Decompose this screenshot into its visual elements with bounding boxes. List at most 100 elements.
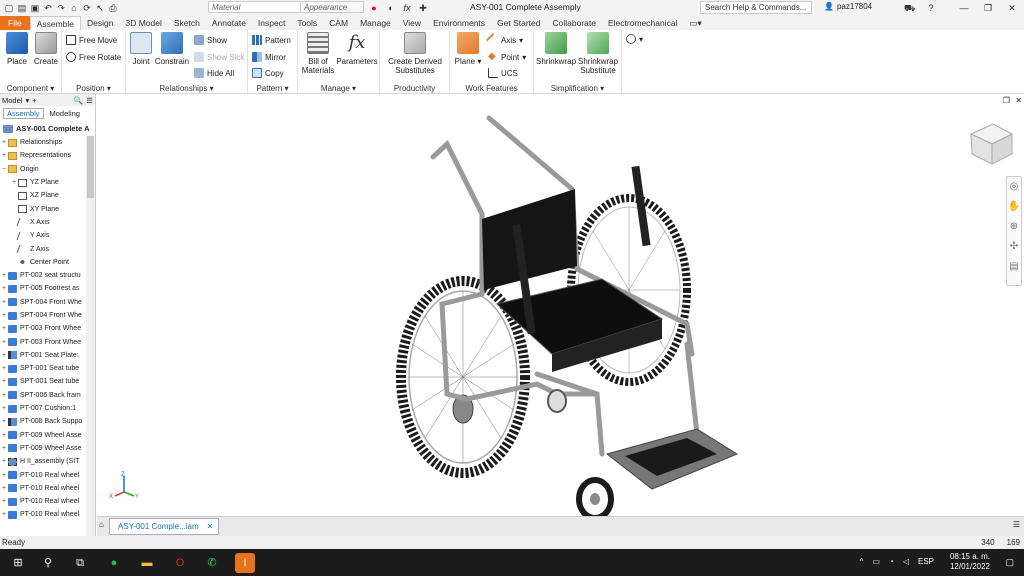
shrinkwrap-button[interactable]: Shrinkwrap bbox=[536, 32, 576, 66]
tree-expand-icon[interactable]: + bbox=[0, 152, 8, 159]
tree-item[interactable]: Center Point bbox=[0, 256, 86, 269]
tree-item[interactable]: + SPT-004 Front Whe bbox=[0, 296, 86, 309]
tree-expand-icon[interactable]: + bbox=[0, 458, 8, 465]
tab-cam[interactable]: CAM bbox=[323, 16, 354, 30]
tree-item[interactable]: XY Plane bbox=[0, 202, 86, 215]
tree-item[interactable]: Y Axis bbox=[0, 229, 86, 242]
document-tab[interactable]: ASY-001 Comple...iam ✕ bbox=[109, 518, 219, 535]
tree-item[interactable]: Z Axis bbox=[0, 242, 86, 255]
browser-dropdown-icon[interactable]: ▾ bbox=[25, 96, 29, 105]
taskbar-search-icon[interactable]: ⚲ bbox=[38, 553, 58, 573]
minimize-icon[interactable]: — bbox=[952, 0, 976, 16]
windows-start-icon[interactable]: ⊞ bbox=[8, 553, 28, 573]
tree-item[interactable]: + Representations bbox=[0, 149, 86, 162]
tree-expand-icon[interactable]: + bbox=[0, 312, 8, 319]
tree-expand-icon[interactable]: + bbox=[0, 325, 8, 332]
tab-electromechanical[interactable]: Electromechanical bbox=[602, 16, 683, 30]
tree-item[interactable]: + PT-007 Cushion:1 bbox=[0, 402, 86, 415]
tree-expand-icon[interactable]: + bbox=[0, 432, 8, 439]
tree-expand-icon[interactable]: + bbox=[0, 392, 8, 399]
tree-item[interactable]: XZ Plane bbox=[0, 189, 86, 202]
tree-item[interactable]: + PT-010 Real wheel bbox=[0, 468, 86, 481]
show-button[interactable]: Show bbox=[194, 35, 227, 45]
tree-item[interactable]: + PT-001 Seat Plate: bbox=[0, 349, 86, 362]
tree-expand-icon[interactable]: − bbox=[0, 166, 8, 173]
tree-expand-icon[interactable]: + bbox=[0, 339, 8, 346]
tree-expand-icon[interactable]: + bbox=[0, 485, 8, 492]
home-tab-icon[interactable]: ⌂ bbox=[99, 520, 104, 529]
pan-icon[interactable]: ✋ bbox=[1007, 197, 1021, 217]
joint-button[interactable]: Joint bbox=[130, 32, 152, 66]
tree-item[interactable]: + PT-003 Front Whee bbox=[0, 335, 86, 348]
spotify-icon[interactable]: ● bbox=[104, 553, 124, 573]
tree-item[interactable]: + SPT-001 Seat tube bbox=[0, 362, 86, 375]
undo-icon[interactable]: ↶ bbox=[43, 3, 53, 13]
tree-item[interactable]: + PT-008 Back Suppo bbox=[0, 415, 86, 428]
tree-item[interactable]: + PT-002 seat structu bbox=[0, 269, 86, 282]
tab-assemble[interactable]: Assemble bbox=[29, 16, 82, 30]
point-button[interactable]: ◆ Point ▾ bbox=[488, 52, 526, 62]
browser-add-icon[interactable]: + bbox=[32, 96, 36, 105]
plus-icon[interactable]: ✚ bbox=[418, 3, 428, 13]
ucs-button[interactable]: UCS bbox=[488, 68, 518, 78]
graphics-viewport[interactable]: Z X Y ❐ ✕ bbox=[97, 94, 1024, 521]
free-rotate-button[interactable]: Free Rotate bbox=[66, 52, 121, 62]
clear-icon[interactable]: ◐ bbox=[386, 3, 396, 13]
tree-item[interactable]: + PT-009 Wheel Asse bbox=[0, 429, 86, 442]
ribbon-extra-button[interactable]: ▾ bbox=[626, 34, 643, 44]
cart-icon[interactable]: ⛟ bbox=[904, 3, 915, 13]
axis-button[interactable]: Axis ▾ bbox=[485, 32, 523, 48]
tree-item[interactable]: + PT-010 Real wheel bbox=[0, 495, 86, 508]
tree-expand-icon[interactable]: + bbox=[10, 179, 18, 186]
copy-button[interactable]: Copy bbox=[252, 68, 284, 78]
tree-item[interactable]: + SPT-001 Seat tube bbox=[0, 375, 86, 388]
tree-expand-icon[interactable]: + bbox=[0, 272, 8, 279]
tab-file[interactable]: File bbox=[0, 16, 30, 30]
tab-get-started[interactable]: Get Started bbox=[491, 16, 546, 30]
view-cube[interactable] bbox=[969, 123, 1014, 165]
tree-expand-icon[interactable]: + bbox=[0, 285, 8, 292]
tree-expand-icon[interactable]: + bbox=[0, 139, 8, 146]
plane-button[interactable]: Plane ▾ bbox=[452, 32, 484, 66]
tree-item[interactable]: + H II_assembly (SIT bbox=[0, 455, 86, 468]
volume-icon[interactable]: ◁ bbox=[903, 557, 909, 566]
browser-search-icon[interactable]: 🔍 bbox=[74, 96, 83, 105]
parameters-button[interactable]: fx Parameters bbox=[336, 32, 378, 66]
place-button[interactable]: Place bbox=[4, 32, 30, 66]
clock[interactable]: 08:15 a. m. 12/01/2022 bbox=[950, 552, 990, 572]
browser-menu-icon[interactable]: ☰ bbox=[86, 96, 93, 105]
zoom-icon[interactable]: ⊕ bbox=[1007, 217, 1021, 237]
update-icon[interactable]: ⟳ bbox=[82, 3, 92, 13]
look-at-icon[interactable]: ▤ bbox=[1007, 257, 1021, 277]
viewport-restore-icon[interactable]: ❐ bbox=[1003, 96, 1010, 105]
pattern-button[interactable]: Pattern bbox=[252, 35, 291, 45]
tree-expand-icon[interactable]: + bbox=[0, 405, 8, 412]
tree-item[interactable]: + Relationships bbox=[0, 136, 86, 149]
whatsapp-icon[interactable]: ✆ bbox=[202, 553, 222, 573]
tree-item[interactable]: X Axis bbox=[0, 216, 86, 229]
help-icon[interactable]: ? bbox=[926, 3, 936, 13]
home-icon[interactable]: ⌂ bbox=[69, 3, 79, 13]
appearance-icon[interactable]: ● bbox=[369, 3, 379, 13]
tree-item[interactable]: + PT-005 Footrest as bbox=[0, 282, 86, 295]
language-indicator[interactable]: ESP bbox=[918, 557, 934, 566]
free-move-button[interactable]: Free Move bbox=[66, 35, 117, 45]
tree-item[interactable]: + SPT-006 Back fram bbox=[0, 389, 86, 402]
open-folder-icon[interactable]: ▤ bbox=[17, 3, 27, 13]
show-sick-button[interactable]: Show Sick bbox=[194, 52, 244, 62]
appearance-dropdown[interactable]: Appearance bbox=[300, 1, 364, 13]
tab-assembly[interactable]: Assembly bbox=[3, 107, 44, 119]
tree-item[interactable]: + PT-010 Real wheel bbox=[0, 482, 86, 495]
constrain-button[interactable]: Constrain bbox=[154, 32, 190, 66]
tab-inspect[interactable]: Inspect bbox=[252, 16, 291, 30]
tree-item[interactable]: + SPT-004 Front Whe bbox=[0, 309, 86, 322]
tree-item[interactable]: + YZ Plane bbox=[0, 176, 86, 189]
group-component-label[interactable]: Component ▾ bbox=[0, 84, 61, 93]
mirror-button[interactable]: Mirror bbox=[252, 52, 286, 62]
document-tab-close-icon[interactable]: ✕ bbox=[207, 522, 214, 531]
viewport-close-icon[interactable]: ✕ bbox=[1015, 96, 1022, 105]
file-explorer-icon[interactable]: ▬ bbox=[137, 553, 157, 573]
browser-scroll-thumb[interactable] bbox=[87, 136, 94, 198]
tree-expand-icon[interactable]: + bbox=[0, 378, 8, 385]
tree-item[interactable]: + PT-010 Real wheel bbox=[0, 508, 86, 521]
